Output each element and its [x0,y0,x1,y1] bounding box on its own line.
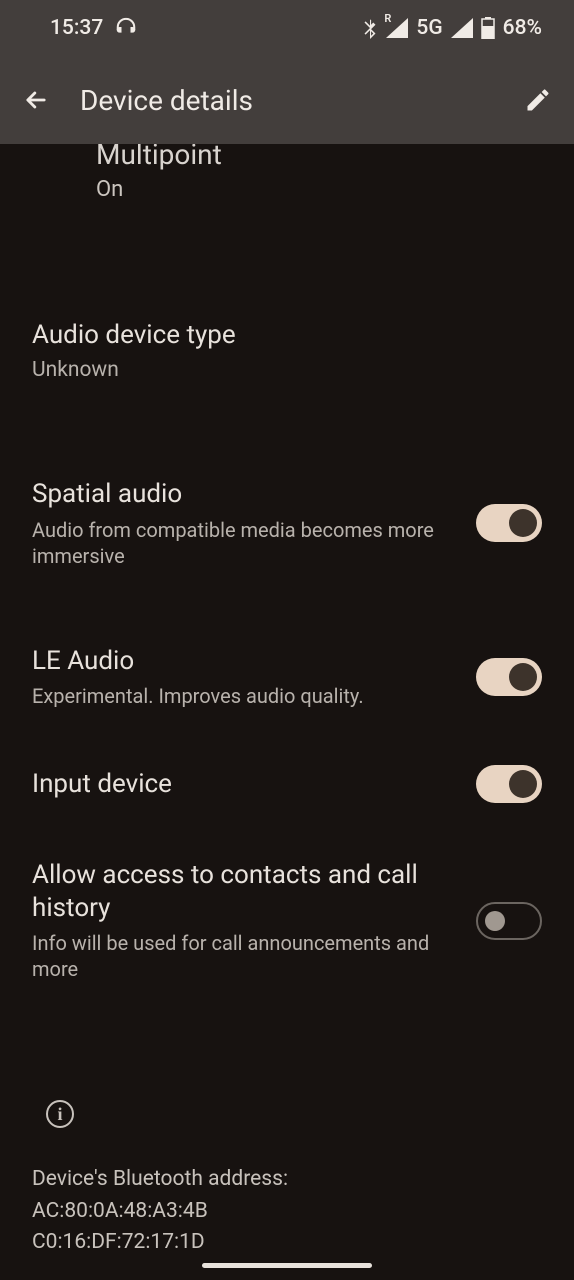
status-bar: 15:37 R 5G 68% [0,0,574,56]
setting-multipoint[interactable]: Multipoint On [0,144,574,222]
battery-pct: 68% [503,16,542,40]
setting-title: Multipoint [96,144,542,171]
battery-icon [481,17,495,39]
network-label: 5G [416,16,442,40]
info-icon [46,1100,74,1128]
toggle-spatial-audio[interactable] [476,504,542,542]
status-time: 15:37 [50,16,103,40]
setting-contacts-access[interactable]: Allow access to contacts and call histor… [0,831,574,1010]
toggle-contacts-access[interactable] [476,902,542,940]
app-bar: Device details [0,56,574,144]
footer-info: Device's Bluetooth address: AC:80:0A:48:… [0,1060,574,1279]
setting-title: Allow access to contacts and call histor… [32,859,456,924]
section-title: Audio device type [32,320,542,350]
signal-icon [451,18,473,38]
setting-desc: Experimental. Improves audio quality. [32,683,456,709]
section-value: Unknown [32,358,542,382]
content-area: Multipoint On Audio device type Unknown … [0,144,574,1280]
footer-line-1: Device's Bluetooth address: [32,1164,542,1196]
toggle-le-audio[interactable] [476,658,542,696]
setting-title: LE Audio [32,645,456,678]
edit-icon[interactable] [524,86,552,114]
footer-line-2: AC:80:0A:48:A3:4B [32,1196,542,1228]
section-audio-device-type[interactable]: Audio device type Unknown [0,292,574,410]
status-left: 15:37 [50,16,137,40]
setting-input-device[interactable]: Input device [0,737,574,831]
setting-desc: Audio from compatible media becomes more… [32,517,456,569]
footer-line-3: C0:16:DF:72:17:1D [32,1227,542,1259]
page-title: Device details [80,84,494,117]
setting-desc: Info will be used for call announcements… [32,930,456,982]
back-icon[interactable] [22,86,50,114]
setting-title: Spatial audio [32,478,456,511]
setting-le-audio[interactable]: LE Audio Experimental. Improves audio qu… [0,617,574,738]
setting-value: On [96,177,542,202]
setting-title: Input device [32,768,456,801]
bluetooth-icon [362,17,378,39]
toggle-input-device[interactable] [476,765,542,803]
status-right: R 5G 68% [362,16,542,40]
roaming-signal-icon: R [386,18,408,38]
nav-home-indicator[interactable] [202,1263,372,1268]
headphones-icon [115,17,137,39]
setting-spatial-audio[interactable]: Spatial audio Audio from compatible medi… [0,450,574,597]
